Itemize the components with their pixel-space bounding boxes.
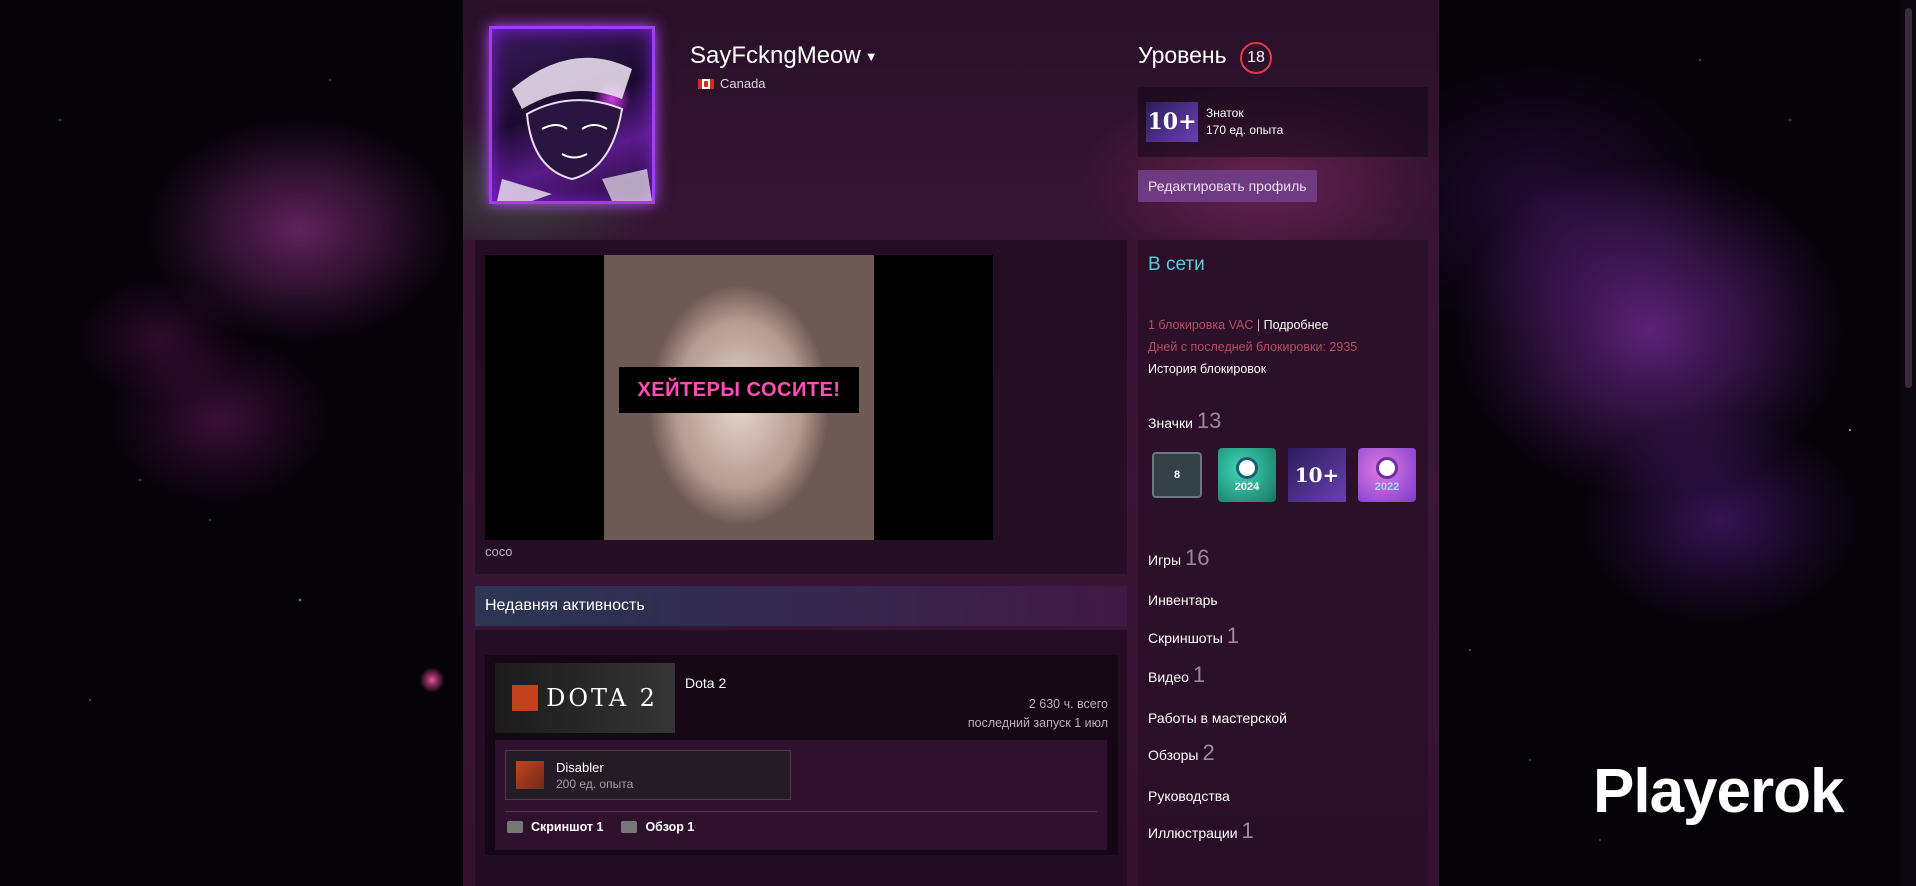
achievement-xp: 200 ед. опыта xyxy=(556,776,634,791)
level-label: Уровень xyxy=(1138,42,1227,68)
sidebar-item-badges[interactable]: Значки 13 xyxy=(1148,408,1221,434)
artwork-frame[interactable]: ХЕЙТЕРЫ СОСИТЕ! xyxy=(485,255,993,540)
badge-item[interactable]: 2024 xyxy=(1218,448,1276,502)
country-name: Canada xyxy=(720,76,766,91)
badge-item[interactable]: 10+ xyxy=(1288,448,1346,502)
ban-history-link[interactable]: История блокировок xyxy=(1148,358,1357,380)
badge-year: 2022 xyxy=(1374,481,1400,493)
sidebar-item-workshop[interactable]: Работы в мастерской xyxy=(1148,710,1287,726)
achievement-name: Disabler xyxy=(556,759,604,775)
activity-links: Скриншот 1 Обзор 1 xyxy=(507,820,694,834)
sidebar-item-reviews[interactable]: Обзоры 2 xyxy=(1148,740,1215,766)
dota-badge-icon xyxy=(516,761,544,789)
username[interactable]: SayFckngMeow ▼ xyxy=(690,42,878,70)
games-count: 16 xyxy=(1185,545,1210,570)
sidebar-item-videos[interactable]: Видео 1 xyxy=(1148,662,1205,688)
screenshots-count: 1 xyxy=(1226,623,1240,648)
badge-item[interactable]: 2022 xyxy=(1358,448,1416,502)
badges-label: Значки xyxy=(1148,415,1193,431)
game-stats: 2 630 ч. всего последний запуск 1 июл xyxy=(968,695,1108,733)
chevron-down-icon[interactable]: ▼ xyxy=(865,49,878,64)
xp-badge-icon: 10+ xyxy=(1146,102,1198,142)
profile-page: SayFckngMeow ▼ Canada Уровень 18 10+ Знат… xyxy=(463,0,1439,886)
recent-activity-body: DOTA 2 Dota 2 2 630 ч. всего последний з… xyxy=(475,630,1127,886)
screenshots-label: Скриншоты xyxy=(1148,630,1223,646)
sidebar-item-artwork[interactable]: Иллюстрации 1 xyxy=(1148,818,1254,844)
review-link[interactable]: Обзор 1 xyxy=(621,820,694,834)
edit-profile-button[interactable]: Редактировать профиль xyxy=(1138,170,1317,202)
vac-more-link[interactable]: Подробнее xyxy=(1264,318,1329,332)
sidebar-item-inventory[interactable]: Инвентарь xyxy=(1148,592,1218,608)
screenshot-link-label: Скриншот 1 xyxy=(531,820,604,834)
avatar[interactable] xyxy=(489,26,655,204)
reviews-label: Обзоры xyxy=(1148,747,1199,763)
xp-badge-box[interactable]: 10+ Знаток 170 ед. опыта xyxy=(1138,87,1428,157)
game-logo[interactable]: DOTA 2 xyxy=(495,663,675,733)
hours-total: 2 630 ч. всего xyxy=(1028,697,1108,711)
days-since-ban: Дней с последней блокировки: 2935 xyxy=(1148,340,1358,354)
badges-count: 13 xyxy=(1196,408,1222,433)
artwork-label: Иллюстрации xyxy=(1148,825,1238,841)
game-card: DOTA 2 Dota 2 2 630 ч. всего последний з… xyxy=(485,655,1118,855)
steam-icon xyxy=(1236,457,1258,479)
screenshot-link[interactable]: Скриншот 1 xyxy=(507,820,603,834)
canada-flag-icon xyxy=(698,78,714,89)
thumbs-up-icon xyxy=(621,821,638,833)
videos-label: Видео xyxy=(1148,669,1189,685)
artwork-caption: coco xyxy=(485,544,513,559)
badge-item[interactable]: 8 xyxy=(1152,452,1202,498)
artwork-image: ХЕЙТЕРЫ СОСИТЕ! xyxy=(604,255,874,540)
camera-icon xyxy=(507,821,523,833)
inventory-label: Инвентарь xyxy=(1148,592,1218,608)
country: Canada xyxy=(698,76,766,91)
sidebar-item-screenshots[interactable]: Скриншоты 1 xyxy=(1148,623,1239,649)
vac-ban-count: 1 блокировка VAC xyxy=(1148,318,1254,332)
workshop-label: Работы в мастерской xyxy=(1148,710,1287,726)
badge-year: 2024 xyxy=(1234,481,1260,493)
game-logo-text: DOTA 2 xyxy=(546,684,658,712)
vac-info: 1 блокировка VAC | Подробнее Дней с посл… xyxy=(1148,314,1357,380)
game-title[interactable]: Dota 2 xyxy=(685,675,726,691)
last-played: последний запуск 1 июл xyxy=(967,716,1108,730)
artwork-banner-text: ХЕЙТЕРЫ СОСИТЕ! xyxy=(619,367,859,413)
scrollbar-thumb[interactable] xyxy=(1905,8,1912,388)
guides-label: Руководства xyxy=(1148,788,1230,804)
xp-title: Знаток xyxy=(1206,106,1244,120)
games-label: Игры xyxy=(1148,552,1182,568)
online-status: В сети xyxy=(1148,254,1205,275)
username-text: SayFckngMeow xyxy=(690,42,861,69)
videos-count: 1 xyxy=(1192,662,1206,687)
scrollbar[interactable] xyxy=(1900,0,1916,886)
xp-amount: 170 ед. опыта xyxy=(1206,123,1284,137)
review-link-label: Обзор 1 xyxy=(645,820,695,834)
sidebar-item-games[interactable]: Игры 16 xyxy=(1148,545,1210,571)
achievement-item[interactable]: Disabler 200 ед. опыта xyxy=(505,750,791,800)
watermark-logo: Playerok xyxy=(1593,757,1845,826)
divider xyxy=(505,811,1097,812)
avatar-art xyxy=(497,57,652,201)
recent-activity-header: Недавняя активность xyxy=(475,586,1127,626)
reviews-count: 2 xyxy=(1202,740,1215,765)
badge-list: 8 2024 10+ 2022 xyxy=(1148,448,1416,502)
achievement-panel: Disabler 200 ед. опыта Скриншот 1 Обзор … xyxy=(495,740,1107,850)
artwork-showcase: ХЕЙТЕРЫ СОСИТЕ! coco xyxy=(475,240,1127,574)
vac-separator: | xyxy=(1256,318,1261,332)
profile-sidebar: В сети 1 блокировка VAC | Подробнее Дней… xyxy=(1138,240,1428,886)
steam-icon xyxy=(1376,457,1398,479)
artwork-count: 1 xyxy=(1241,818,1254,843)
dota-logo-icon xyxy=(512,685,539,711)
sidebar-item-guides[interactable]: Руководства xyxy=(1148,788,1230,804)
level-badge[interactable]: 18 xyxy=(1240,42,1272,74)
